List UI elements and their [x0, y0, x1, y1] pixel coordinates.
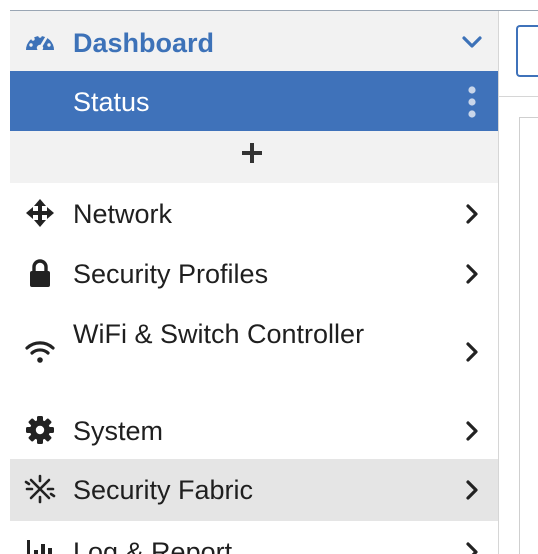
sidebar-item-label: Security Profiles — [73, 259, 269, 289]
sidebar-item-wifi-switch-controller[interactable]: WiFi & Switch Controller — [10, 303, 498, 401]
chevron-right-icon — [462, 204, 482, 224]
sidebar-item-label: Status — [73, 87, 150, 117]
sidebar-item-system[interactable]: System — [10, 401, 498, 459]
sidebar-item-label: Log & Report — [73, 537, 233, 554]
chevron-right-icon — [462, 542, 482, 554]
sidebar-item-security-profiles[interactable]: Security Profiles — [10, 243, 498, 303]
sidebar-item-log-report[interactable]: Log & Report — [10, 521, 498, 554]
sidebar-item-dashboard[interactable]: Dashboard — [10, 11, 498, 71]
gear-icon — [22, 415, 58, 445]
add-dashboard-button[interactable] — [10, 131, 498, 183]
plus-icon — [240, 141, 264, 165]
wifi-icon — [22, 337, 58, 367]
sidebar-item-network[interactable]: Network — [10, 183, 498, 243]
sidebar-item-security-fabric[interactable]: Security Fabric — [10, 459, 498, 521]
widget-panel-top-edge — [519, 117, 538, 118]
bar-chart-icon — [22, 536, 58, 554]
sidebar-nav: Dashboard Status Network Security Profil… — [10, 11, 498, 554]
sidebar-item-label: Dashboard — [73, 28, 215, 58]
chevron-down-icon[interactable] — [462, 32, 482, 52]
sidebar-item-label: System — [73, 416, 164, 446]
content-control-edge[interactable] — [516, 25, 538, 77]
chevron-right-icon — [462, 342, 482, 362]
chevron-right-icon — [462, 421, 482, 441]
chevron-right-icon — [462, 480, 482, 500]
fabric-icon — [22, 474, 58, 504]
lock-icon — [22, 258, 58, 288]
chevron-right-icon — [462, 264, 482, 284]
sidebar-item-label: Network — [73, 199, 173, 229]
arrows-move-icon — [22, 198, 58, 228]
sidebar-item-label: WiFi & Switch Controller — [73, 319, 365, 349]
sidebar-item-status[interactable]: Status — [10, 71, 498, 131]
content-divider — [499, 96, 538, 97]
vertical-dots-icon[interactable] — [464, 86, 480, 118]
gauge-icon — [22, 26, 58, 56]
widget-panel-edge — [519, 117, 520, 554]
sidebar-item-label: Security Fabric — [73, 475, 254, 505]
